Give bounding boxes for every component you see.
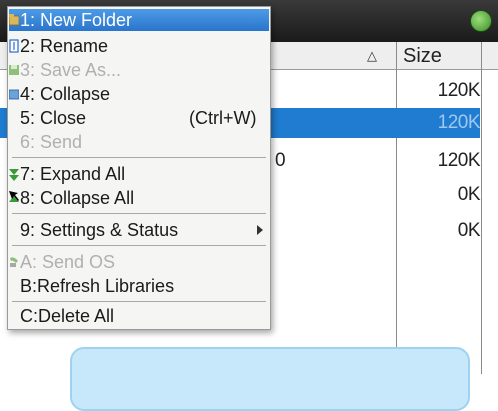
expand-all-icon xyxy=(9,169,19,181)
menu-item-save-as[interactable]: 3: Save As... xyxy=(9,59,269,81)
column-divider[interactable] xyxy=(396,42,397,69)
file-size: 120K xyxy=(437,112,481,133)
rename-icon xyxy=(9,39,19,53)
submenu-arrow-icon xyxy=(257,225,263,235)
menu-item-send-os[interactable]: A: Send OS xyxy=(9,251,269,273)
save-as-icon xyxy=(9,65,19,75)
menu-item-label: 8: Collapse All xyxy=(20,188,135,208)
menu-item-label: 2: Rename xyxy=(20,36,109,56)
menu-item-label: A: Send OS xyxy=(20,252,116,272)
menu-item-label: B:Refresh Libraries xyxy=(20,276,175,296)
file-size: 120K xyxy=(437,150,481,171)
menu-item-rename[interactable]: 2: Rename xyxy=(9,35,269,57)
menu-item-label: 4: Collapse xyxy=(20,84,111,104)
menu-item-refresh-libraries[interactable]: B:Refresh Libraries xyxy=(9,275,269,297)
menu-item-collapse-all[interactable]: 8: Collapse All xyxy=(9,187,269,209)
menu-item-label: 7: Expand All xyxy=(20,164,126,184)
column-line xyxy=(481,69,482,374)
size-column-header[interactable]: Size xyxy=(403,45,442,68)
status-globe-icon[interactable] xyxy=(470,10,492,32)
file-size: 0K xyxy=(457,184,481,205)
send-os-icon xyxy=(10,257,18,267)
menu-item-label: 5: Close xyxy=(20,108,87,128)
menu-separator xyxy=(12,213,266,214)
info-panel xyxy=(70,347,470,411)
file-size: 0K xyxy=(457,220,481,241)
menu-item-label: C:Delete All xyxy=(20,306,115,326)
new-folder-icon xyxy=(9,14,19,26)
menu-item-shortcut: (Ctrl+W) xyxy=(189,108,257,128)
menu-item-label: 6: Send xyxy=(20,132,83,152)
menu-item-settings-status[interactable]: 9: Settings & Status xyxy=(9,219,269,241)
file-size: 120K xyxy=(437,80,481,101)
sort-ascending-icon[interactable]: △ xyxy=(367,48,377,64)
menu-separator xyxy=(12,245,266,246)
collapse-icon xyxy=(9,89,19,100)
file-name: 0 xyxy=(275,150,286,171)
menu-separator xyxy=(12,301,266,302)
column-divider[interactable] xyxy=(481,42,482,69)
menu-item-label: 3: Save As... xyxy=(20,60,122,80)
menu-item-new-folder[interactable]: 1: New Folder xyxy=(9,9,269,31)
menu-separator xyxy=(12,157,266,158)
menu-item-collapse[interactable]: 4: Collapse xyxy=(9,83,269,105)
menu-item-label: 1: New Folder xyxy=(20,10,133,30)
menu-item-delete-all[interactable]: C:Delete All xyxy=(9,305,269,327)
menu-item-close[interactable]: 5: Close (Ctrl+W) xyxy=(9,107,269,129)
menu-item-label: 9: Settings & Status xyxy=(20,220,179,240)
menu-item-send[interactable]: 6: Send xyxy=(9,131,269,153)
context-menu: 1: New Folder 2: Rename 3: Save As... 4:… xyxy=(7,6,271,330)
collapse-all-icon xyxy=(9,191,19,202)
menu-item-expand-all[interactable]: 7: Expand All xyxy=(9,163,269,185)
